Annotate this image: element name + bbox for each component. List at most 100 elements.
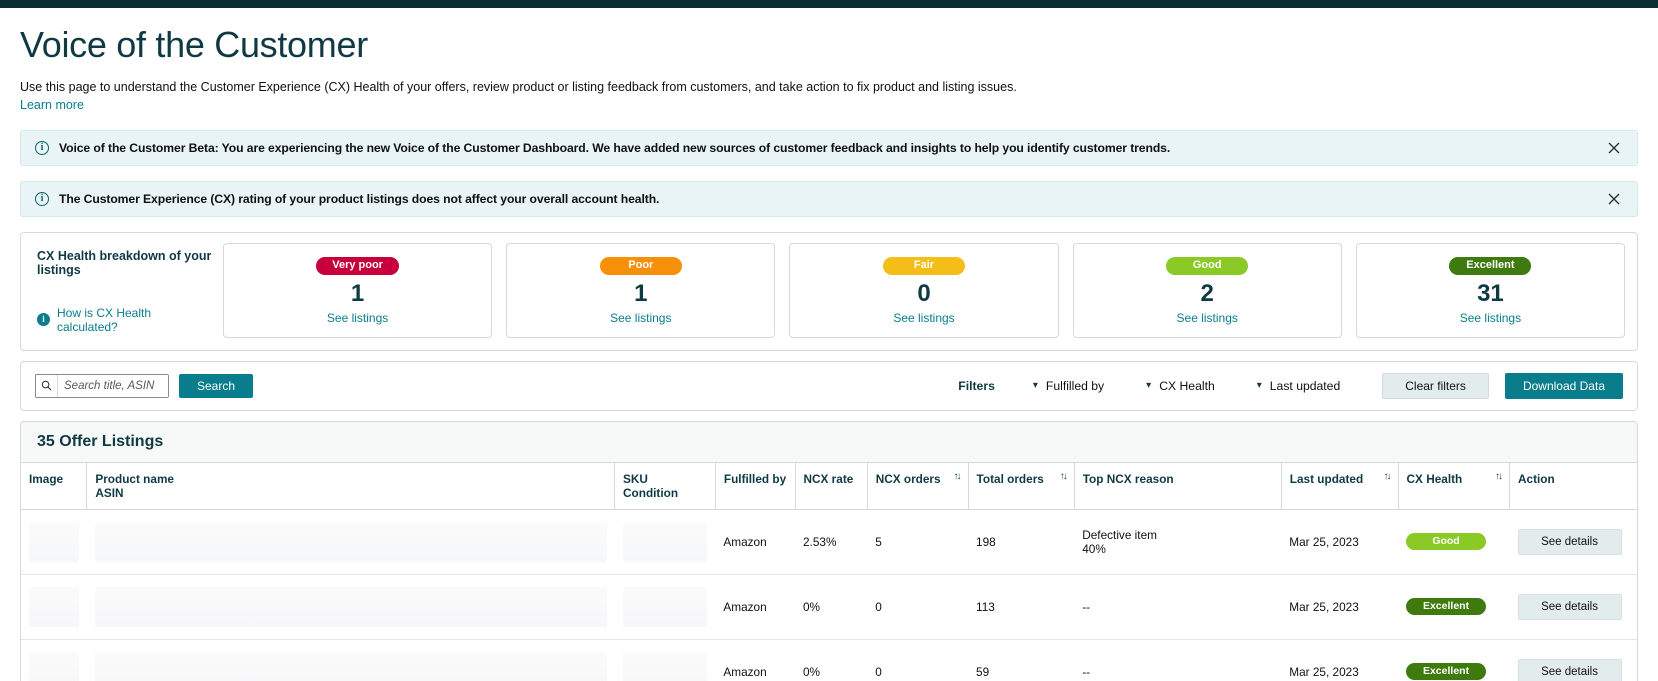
sort-arrows-icon[interactable]: ↑↓ xyxy=(1495,472,1501,482)
col-fulfilled-by-label: Fulfilled by xyxy=(724,472,786,486)
cx-count-good: 2 xyxy=(1074,281,1341,307)
product-name-redacted xyxy=(95,522,607,562)
status-badge: Excellent xyxy=(1406,598,1486,616)
cx-card-excellent: Excellent 31 See listings xyxy=(1356,243,1625,337)
cell-product-name xyxy=(87,639,615,681)
top-navigation-bar xyxy=(0,0,1658,8)
see-details-button[interactable]: See details xyxy=(1518,529,1622,555)
cell-ncx-rate: 0% xyxy=(795,639,867,681)
cell-ncx-rate: 0% xyxy=(795,574,867,639)
cell-fulfilled-by: Amazon xyxy=(715,639,795,681)
col-last-updated-label: Last updated xyxy=(1290,472,1363,486)
col-asin-label: ASIN xyxy=(95,486,606,500)
filter-dropdown-cx-health-label: CX Health xyxy=(1159,379,1215,393)
clear-filters-button[interactable]: Clear filters xyxy=(1382,373,1489,399)
download-data-button[interactable]: Download Data xyxy=(1505,373,1623,399)
cell-fulfilled-by: Amazon xyxy=(715,509,795,574)
how-is-cx-health-calculated-label: How is CX Health calculated? xyxy=(57,306,213,334)
cell-action: See details xyxy=(1510,639,1637,681)
cell-ncx-orders: 0 xyxy=(867,639,968,681)
see-listings-very-poor[interactable]: See listings xyxy=(224,311,491,325)
filter-dropdown-cx-health[interactable]: ▾ CX Health xyxy=(1146,379,1215,393)
cx-breakdown-title: CX Health breakdown of your listings xyxy=(37,249,213,277)
offer-listings-table: Image Product name ASIN SKU Condition Fu… xyxy=(21,463,1637,681)
see-listings-fair[interactable]: See listings xyxy=(790,311,1057,325)
alert-beta-text: Voice of the Customer Beta: You are expe… xyxy=(59,141,1170,155)
cell-product-name xyxy=(87,509,615,574)
alert-cx-rating-banner: i The Customer Experience (CX) rating of… xyxy=(20,181,1638,217)
col-sku-label: SKU xyxy=(623,472,648,486)
cx-count-excellent: 31 xyxy=(1357,281,1624,307)
close-icon[interactable] xyxy=(1607,141,1621,155)
col-image: Image xyxy=(21,463,87,510)
table-header-row: Image Product name ASIN SKU Condition Fu… xyxy=(21,463,1637,510)
voice-of-the-customer-page: Voice of the Customer Use this page to u… xyxy=(0,0,1658,681)
filters-group: Filters ▾ Fulfilled by ▾ CX Health ▾ Las… xyxy=(958,373,1623,399)
cx-count-poor: 1 xyxy=(507,281,774,307)
search-input[interactable] xyxy=(58,375,168,397)
cell-sku xyxy=(615,639,716,681)
cx-badge-fair: Fair xyxy=(883,257,965,275)
top-ncx-reason-text: Defective item xyxy=(1082,528,1273,542)
see-listings-excellent[interactable]: See listings xyxy=(1357,311,1624,325)
info-filled-icon: i xyxy=(37,313,50,326)
col-condition-label: Condition xyxy=(623,486,707,500)
see-details-button[interactable]: See details xyxy=(1518,594,1622,620)
cell-ncx-orders: 5 xyxy=(867,509,968,574)
page-title: Voice of the Customer xyxy=(20,24,1638,65)
sort-arrows-icon[interactable]: ↑↓ xyxy=(954,472,960,482)
col-sku: SKU Condition xyxy=(615,463,716,510)
col-cx-health-label: CX Health xyxy=(1407,472,1463,486)
cell-cx-health: Excellent xyxy=(1398,639,1509,681)
see-details-button[interactable]: See details xyxy=(1518,659,1622,681)
cx-card-very-poor: Very poor 1 See listings xyxy=(223,243,492,337)
product-image-placeholder xyxy=(29,652,79,681)
sku-redacted xyxy=(623,522,708,562)
sort-arrows-icon[interactable]: ↑↓ xyxy=(1384,472,1390,482)
cx-breakdown-left: CX Health breakdown of your listings i H… xyxy=(33,243,223,337)
col-ncx-orders: NCX orders ↑↓ xyxy=(867,463,968,510)
how-is-cx-health-calculated-link[interactable]: i How is CX Health calculated? xyxy=(37,306,213,334)
info-circle-icon: i xyxy=(35,192,49,206)
search-box xyxy=(35,374,169,398)
col-fulfilled-by: Fulfilled by xyxy=(715,463,795,510)
see-listings-poor[interactable]: See listings xyxy=(507,311,774,325)
cx-count-fair: 0 xyxy=(790,281,1057,307)
top-ncx-reason-pct: 40% xyxy=(1082,542,1273,556)
sort-arrows-icon[interactable]: ↑↓ xyxy=(1060,472,1066,482)
cell-image xyxy=(21,574,87,639)
col-product-name: Product name ASIN xyxy=(87,463,615,510)
cell-sku xyxy=(615,509,716,574)
cx-card-good: Good 2 See listings xyxy=(1073,243,1342,337)
cell-cx-health: Excellent xyxy=(1398,574,1509,639)
search-icon xyxy=(36,375,58,397)
filter-dropdown-fulfilled-by[interactable]: ▾ Fulfilled by xyxy=(1033,379,1104,393)
filter-dropdown-fulfilled-by-label: Fulfilled by xyxy=(1046,379,1104,393)
cx-badge-good: Good xyxy=(1166,257,1248,275)
col-top-ncx-reason-label: Top NCX reason xyxy=(1083,472,1174,486)
cell-ncx-rate: 2.53% xyxy=(795,509,867,574)
alert-cx-rating-text: The Customer Experience (CX) rating of y… xyxy=(59,192,659,206)
table-row: Amazon 0% 0 59 -- Mar 25, 2023 Excellent… xyxy=(21,639,1637,681)
cell-last-updated: Mar 25, 2023 xyxy=(1281,574,1398,639)
page-header: Voice of the Customer Use this page to u… xyxy=(0,8,1658,114)
cell-top-ncx-reason: -- xyxy=(1074,574,1281,639)
filter-dropdown-last-updated[interactable]: ▾ Last updated xyxy=(1257,379,1341,393)
chevron-down-icon: ▾ xyxy=(1257,381,1262,391)
search-button[interactable]: Search xyxy=(179,374,253,398)
cell-last-updated: Mar 25, 2023 xyxy=(1281,509,1398,574)
learn-more-link[interactable]: Learn more xyxy=(20,98,84,112)
close-icon[interactable] xyxy=(1607,192,1621,206)
col-action-label: Action xyxy=(1518,472,1555,486)
see-listings-good[interactable]: See listings xyxy=(1074,311,1341,325)
table-row: Amazon 2.53% 5 198 Defective item 40% Ma… xyxy=(21,509,1637,574)
cx-health-cards: Very poor 1 See listings Poor 1 See list… xyxy=(223,243,1625,337)
product-image-placeholder xyxy=(29,522,79,562)
col-ncx-rate-label: NCX rate xyxy=(804,472,854,486)
col-total-orders: Total orders ↑↓ xyxy=(968,463,1074,510)
cx-count-very-poor: 1 xyxy=(224,281,491,307)
col-action: Action xyxy=(1510,463,1637,510)
offer-listings-title: 35 Offer Listings xyxy=(37,433,163,450)
cx-card-fair: Fair 0 See listings xyxy=(789,243,1058,337)
alerts-container: i Voice of the Customer Beta: You are ex… xyxy=(0,130,1658,217)
